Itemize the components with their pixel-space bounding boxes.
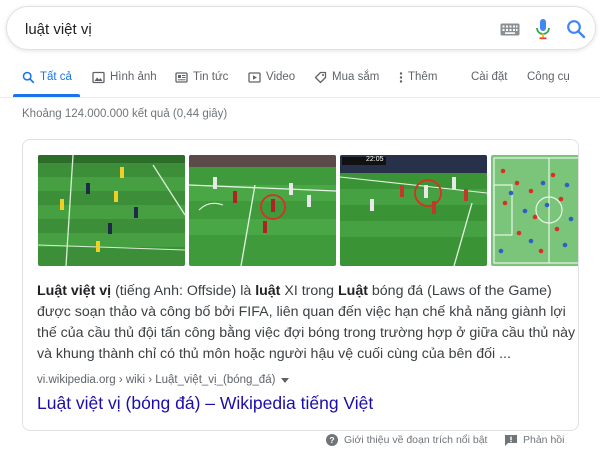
more-vert-icon (399, 71, 403, 83)
offside-thumbnail-1[interactable] (38, 155, 185, 266)
help-icon: ? (326, 434, 338, 446)
feedback-icon (505, 434, 517, 446)
result-title-link[interactable]: Luật việt vị (bóng đá) – Wikipedia tiếng… (37, 393, 373, 414)
caret-down-icon[interactable] (281, 377, 290, 383)
tab-label: Mua sắm (332, 71, 380, 83)
offside-thumbnail-2[interactable] (189, 155, 336, 266)
tab-label: Tin tức (193, 71, 229, 83)
video-icon (248, 71, 261, 83)
snippet-text-part: được soạn thảo và công bố bởi FIFA, liên… (37, 304, 566, 320)
snippet-bold: Luật việt vị (37, 283, 112, 299)
snippet-text-part: thế của cầu thủ đội tấn công bằng việc đ… (37, 325, 576, 341)
offside-thumbnail-3[interactable]: 22:05 (340, 155, 487, 266)
tab-videos[interactable]: Video (248, 58, 295, 96)
about-featured-snippets-link[interactable]: ? Giới thiệu về đoạn trích nổi bật (326, 434, 487, 446)
tab-images[interactable]: Hình ảnh (92, 58, 157, 96)
scoreboard-time: 22:05 (366, 156, 384, 163)
snippet-footer: ? Giới thiệu về đoạn trích nổi bật Phản … (0, 432, 600, 450)
image-icon (92, 71, 105, 83)
search-icon[interactable] (566, 19, 586, 39)
snippet-text-part: (tiếng Anh: Offside) là (111, 283, 256, 299)
snippet-line-1: Luật việt vị (tiếng Anh: Offside) là luậ… (37, 281, 572, 302)
snippet-line-3: thế của cầu thủ đội tấn công bằng việc đ… (37, 323, 576, 344)
tab-settings[interactable]: Cài đặt (471, 58, 507, 96)
result-stats: Khoảng 124.000.000 kết quả (0,44 giây) (22, 108, 228, 120)
featured-snippet-card: 22:05 Luật việt vị (tiếng Anh: Offside) … (22, 139, 579, 431)
tabs-divider (0, 97, 600, 98)
tab-news[interactable]: Tin tức (175, 58, 228, 96)
tab-tools[interactable]: Công cụ (527, 58, 570, 96)
microphone-icon[interactable] (534, 18, 552, 40)
tag-icon (314, 71, 327, 83)
result-cite: vi.wikipedia.org › wiki › Luật_việt_vị_(… (37, 374, 290, 386)
feedback-link[interactable]: Phản hồi (505, 434, 564, 446)
keyboard-icon[interactable] (500, 23, 520, 36)
search-input[interactable] (25, 19, 465, 39)
tab-more[interactable]: Thêm (398, 58, 437, 96)
tab-label: Cài đặt (471, 71, 508, 83)
search-tabs: Tất cả Hình ảnh Tin tức Video Mua sắm Th… (0, 58, 600, 98)
offside-thumbnail-4[interactable] (491, 155, 578, 266)
snippet-text-part: và khung thành chỉ có thủ môn hoặc người… (37, 346, 511, 362)
feedback-label: Phản hồi (523, 434, 565, 446)
snippet-text-part: bóng đá (Laws of the Game) (367, 283, 552, 299)
about-label: Giới thiệu về đoạn trích nổi bật (344, 434, 488, 446)
tab-label: Tất cả (40, 71, 72, 83)
news-icon (175, 71, 188, 83)
tab-all[interactable]: Tất cả (22, 58, 72, 96)
result-url: vi.wikipedia.org › wiki › Luật_việt_vị_(… (37, 374, 276, 386)
tab-label: Video (266, 71, 296, 83)
tab-label: Hình ảnh (110, 71, 157, 83)
svg-text:?: ? (329, 435, 334, 445)
snippet-line-2: được soạn thảo và công bố bởi FIFA, liên… (37, 302, 572, 323)
tab-label: Công cụ (527, 71, 570, 83)
search-bar[interactable] (6, 6, 596, 50)
snippet-bold: luật (255, 283, 281, 299)
tab-label: Thêm (408, 71, 438, 83)
snippet-text: Luật việt vị (tiếng Anh: Offside) là luậ… (37, 281, 576, 365)
snippet-text-part: XI trong (280, 283, 338, 299)
tab-shopping[interactable]: Mua sắm (314, 58, 379, 96)
search-icon (22, 71, 35, 83)
snippet-bold: Luật (338, 283, 368, 299)
snippet-line-4: và khung thành chỉ có thủ môn hoặc người… (37, 344, 572, 365)
